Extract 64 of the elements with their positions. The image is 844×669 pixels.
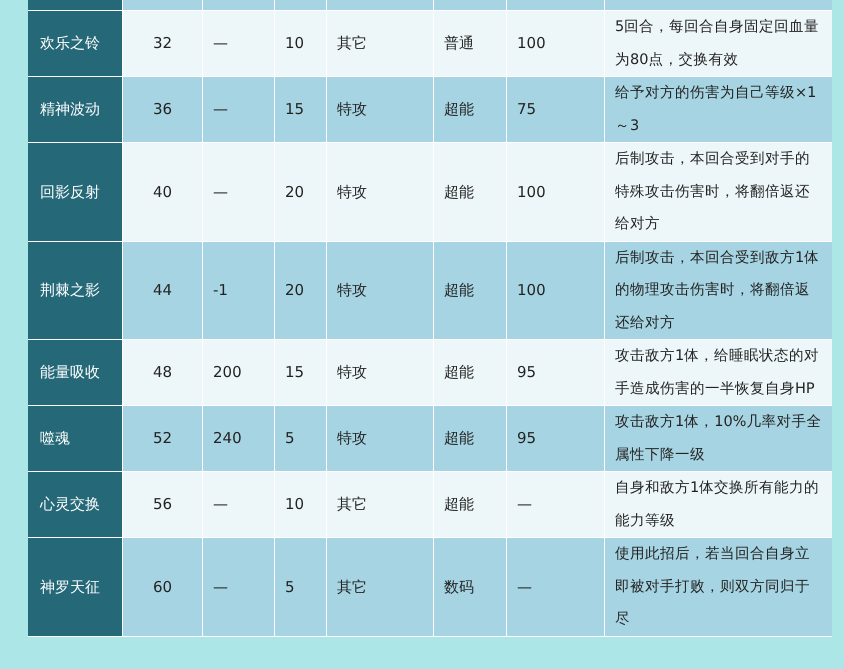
table-cell: 10 [275, 11, 327, 76]
table-cell: 20 [275, 143, 327, 240]
table-cell: 5 [275, 406, 327, 471]
table-cell: 特攻 [327, 77, 434, 142]
table-cell: — [507, 538, 605, 636]
table-cell-text: 后制攻击，本回合受到敌方1体的物理攻击伤害时，将翻倍返还给对方 [614, 248, 820, 332]
table-cell: 其它 [327, 538, 434, 636]
table-cell: 超能 [434, 77, 507, 142]
table-cell: 能量吸收 [28, 340, 123, 405]
table-cell-text: 5回合，每回合自身固定回血量为80点，交换有效 [614, 18, 820, 70]
table-cell-text: 攻击敌方1体，给睡眠状态的对手造成伤害的一半恢复自身HP [614, 346, 820, 398]
table-cell-text: 攻击敌方1体，10%几率对手全属性下降一级 [614, 412, 822, 464]
table-cell: 心灵交换 [28, 472, 123, 537]
table-cell: — [203, 143, 275, 240]
table-cell-text: 后制攻击，本回合受到对手的特殊攻击伤害时，将翻倍返还给对方 [614, 150, 811, 234]
table-cell: 48 [123, 340, 203, 405]
table-cell: 15 [275, 340, 327, 405]
table-cell: 精神波动 [28, 77, 123, 142]
table-cell: 75 [507, 77, 605, 142]
table-cell: 60 [123, 538, 203, 636]
table-cell-text: 使用此招后，若当回合自身立即被对手打败，则双方同归于尽 [614, 544, 811, 629]
table-cell: 超能 [434, 143, 507, 240]
table-cell: — [507, 472, 605, 537]
table-cell: 特攻 [327, 143, 434, 240]
table-cell: 52 [123, 406, 203, 471]
table-cell-text: 自身和敌方1体交换所有能力的能力等级 [614, 478, 820, 530]
table-cell: 特攻 [327, 406, 434, 471]
table-cell: 其它 [327, 472, 434, 537]
table-cell: 回影反射 [28, 143, 123, 240]
table-cell: 95 [507, 340, 605, 405]
table-cell: 超能 [434, 340, 507, 405]
table-cell: 32 [123, 11, 203, 76]
table-cell-text: 给予对方的伤害为自己等级×1～3 [614, 84, 818, 136]
table-cell: 40 [123, 143, 203, 240]
table-cell: 数码 [434, 538, 507, 636]
table-cell: 5 [275, 538, 327, 636]
table-cell: 95 [507, 406, 605, 471]
table-cell: — [203, 538, 275, 636]
table-cell: 100 [507, 11, 605, 76]
table-cell: 特攻 [327, 340, 434, 405]
table-cell: 超能 [434, 472, 507, 537]
table-cell: 100 [507, 143, 605, 240]
table-cell: 36 [123, 77, 203, 142]
table-cell: 神罗天征 [28, 538, 123, 636]
table-cell: 15 [275, 77, 327, 142]
table-cell: 其它 [327, 11, 434, 76]
table-cell: 荆棘之影 [28, 242, 123, 339]
table-cell: 240 [203, 406, 275, 471]
table-cell: 普通 [434, 11, 507, 76]
table-cell: -1 [203, 242, 275, 339]
table-cell: 44 [123, 242, 203, 339]
table-cell: 欢乐之铃 [28, 11, 123, 76]
table-cell: 超能 [434, 242, 507, 339]
table-cell: 超能 [434, 406, 507, 471]
table-cell: — [203, 77, 275, 142]
table-cell: 200 [203, 340, 275, 405]
table-cell: 56 [123, 472, 203, 537]
table-cell: 噬魂 [28, 406, 123, 471]
table-cell: 特攻 [327, 242, 434, 339]
table-cell: 20 [275, 242, 327, 339]
table-cell: 10 [275, 472, 327, 537]
table-cell: 100 [507, 242, 605, 339]
table-cell: — [203, 472, 275, 537]
table-cell: — [203, 11, 275, 76]
